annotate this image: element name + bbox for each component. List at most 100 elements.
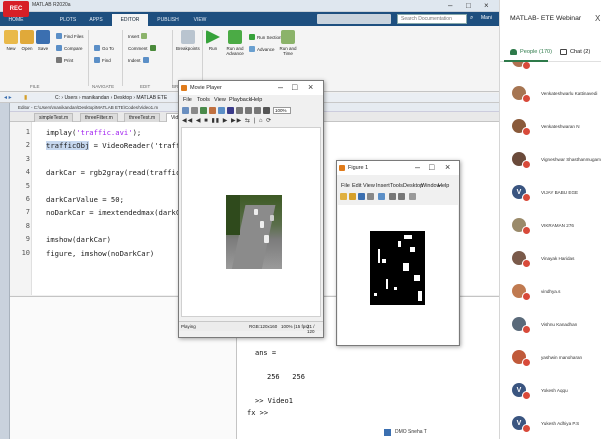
participant-item[interactable]: V VIJAY BABU EGE	[500, 176, 601, 208]
export-icon[interactable]	[200, 107, 207, 114]
close-icon[interactable]: X	[595, 14, 600, 23]
comment-button[interactable]: Comment	[128, 45, 158, 51]
user-menu[interactable]: Mani	[481, 15, 492, 21]
folder-up-icon[interactable]: ▮	[24, 94, 27, 101]
breakpoints-button[interactable]: Breakpoints	[176, 30, 200, 51]
figure-titlebar[interactable]: Figure 1	[337, 161, 459, 175]
run-button[interactable]: Run	[206, 30, 220, 51]
command-prompt[interactable]: fx >>	[247, 409, 268, 417]
code-line[interactable]: darkCarValue = 50;	[46, 195, 124, 204]
go-to-button[interactable]: Go To	[94, 45, 114, 51]
zoom-out-icon[interactable]	[245, 107, 252, 114]
save-button[interactable]: Save	[36, 30, 50, 51]
tab-view[interactable]: VIEW	[188, 14, 212, 26]
find-button[interactable]: Find	[94, 57, 111, 63]
quick-access-toolbar[interactable]	[317, 14, 391, 24]
print-icon[interactable]	[191, 107, 198, 114]
participant-item[interactable]: Vishnu Kanadhan	[500, 308, 601, 340]
pan-icon[interactable]	[254, 107, 261, 114]
advance-button[interactable]: Advance	[249, 46, 275, 52]
colorbar-icon[interactable]	[389, 193, 396, 200]
open-button[interactable]: Open	[20, 30, 34, 51]
participant-name: Venkateshwarlu Kattinavedi	[541, 91, 598, 96]
file-tab-threefilter[interactable]: threeFilter.m	[80, 113, 118, 122]
tab-publish[interactable]: PUBLISH	[152, 14, 184, 26]
close-icon[interactable]: ×	[484, 1, 489, 10]
code-line[interactable]: implay('traffic.avi');	[46, 128, 141, 137]
code-line[interactable]: imshow(darkCar)	[46, 235, 111, 244]
property-editor-icon[interactable]	[409, 193, 416, 200]
search-icon[interactable]: ⌕	[470, 15, 473, 22]
tab-apps[interactable]: APPS	[84, 14, 108, 26]
maximize-icon[interactable]: □	[466, 1, 471, 10]
menu-insert[interactable]: Insert	[376, 183, 390, 189]
colormap-icon[interactable]	[209, 107, 216, 114]
participant-item[interactable]: Venkateshwarlu Kattinavedi	[500, 77, 601, 109]
maximize-icon[interactable]: □	[429, 162, 434, 172]
print-button[interactable]: Print	[56, 57, 73, 63]
save-icon[interactable]	[358, 193, 365, 200]
menu-help[interactable]: Help	[251, 97, 262, 103]
participant-item[interactable]: yashwin manoharan	[500, 341, 601, 373]
minimize-icon[interactable]: –	[278, 82, 283, 92]
playback-controls[interactable]: ◀◀ ◀ ■ ▮▮ ▶ ▶▶ ⇆ | ⌂ ⟳	[182, 117, 272, 124]
participant-item[interactable]: V Yokesh Aqqu	[500, 374, 601, 406]
minimize-icon[interactable]: –	[415, 162, 420, 172]
close-icon[interactable]: ×	[445, 162, 450, 172]
menu-tools[interactable]: Tools	[390, 183, 403, 189]
open-icon[interactable]	[349, 193, 356, 200]
participant-item[interactable]: Vinayak Haridas	[500, 242, 601, 274]
current-path[interactable]: C: › Users › manikandan › Desktop › MATL…	[55, 95, 167, 101]
participant-item[interactable]: Vigneshwar Shasthanmugam	[500, 143, 601, 175]
participant-item[interactable]: vindhya.s	[500, 275, 601, 307]
minimize-icon[interactable]: –	[448, 1, 452, 10]
back-forward-icon[interactable]: ◂ ▸	[4, 94, 12, 101]
print-icon[interactable]	[367, 193, 374, 200]
collapsed-side-panel[interactable]	[0, 103, 10, 439]
search-documentation-input[interactable]: Search Documentation	[397, 14, 467, 24]
run-and-advance-button[interactable]: Run and Advance	[224, 30, 246, 56]
menu-file[interactable]: File	[341, 183, 350, 189]
movie-player-titlebar[interactable]: Movie Player	[179, 81, 323, 95]
tab-chat[interactable]: Chat (2)	[560, 49, 590, 55]
muted-mic-icon	[522, 226, 531, 235]
fit-icon[interactable]	[263, 107, 270, 114]
tab-plots[interactable]: PLOTS	[54, 14, 82, 26]
maximize-icon[interactable]: □	[292, 82, 297, 92]
menu-view[interactable]: View	[214, 97, 226, 103]
menu-tools[interactable]: Tools	[197, 97, 210, 103]
run-section-button[interactable]: Run Section	[249, 34, 282, 40]
code-line[interactable]: figure, imshow(noDarkCar)	[46, 249, 154, 258]
participant-item[interactable]: V Yukesh Adhiya P.S	[500, 407, 601, 439]
open-icon[interactable]	[182, 107, 189, 114]
insert-button[interactable]: Insert	[128, 33, 149, 39]
menu-view[interactable]: View	[363, 183, 375, 189]
participant-item[interactable]	[500, 62, 601, 76]
find-files-button[interactable]: Find Files	[56, 33, 84, 39]
zoom-in-icon[interactable]	[236, 107, 243, 114]
close-icon[interactable]: ×	[308, 82, 313, 92]
participant-item[interactable]: VIKRAMAN 276	[500, 209, 601, 241]
webinar-title: MATLAB- ETE Webinar	[510, 15, 582, 22]
file-tab-threetest[interactable]: threeTest.m	[124, 113, 161, 122]
tab-editor[interactable]: EDITOR	[112, 14, 148, 26]
run-and-time-button[interactable]: Run and Time	[278, 30, 298, 56]
legend-icon[interactable]	[398, 193, 405, 200]
file-tab-simpletest[interactable]: simpleTest.m	[34, 113, 74, 122]
new-figure-icon[interactable]	[340, 193, 347, 200]
pixel-region-icon[interactable]	[227, 107, 234, 114]
compare-button[interactable]: Compare	[56, 45, 83, 51]
menu-help[interactable]: Help	[438, 183, 449, 189]
zoom-select[interactable]: 100%	[273, 107, 291, 114]
tab-people[interactable]: People (170)	[510, 49, 552, 55]
menu-playback[interactable]: Playback	[229, 97, 251, 103]
new-button[interactable]: New	[4, 30, 18, 51]
info-icon[interactable]	[218, 107, 225, 114]
webinar-panel: MATLAB- ETE Webinar X People (170) Chat …	[499, 0, 601, 439]
menu-edit[interactable]: Edit	[352, 183, 361, 189]
indent-button[interactable]: Indent	[128, 57, 151, 63]
participant-item[interactable]: Venkateshwaran N	[500, 110, 601, 142]
participant-list[interactable]: Venkateshwarlu Kattinavedi Venkateshwaran…	[500, 62, 601, 439]
link-plot-icon[interactable]	[378, 193, 385, 200]
menu-file[interactable]: File	[183, 97, 192, 103]
